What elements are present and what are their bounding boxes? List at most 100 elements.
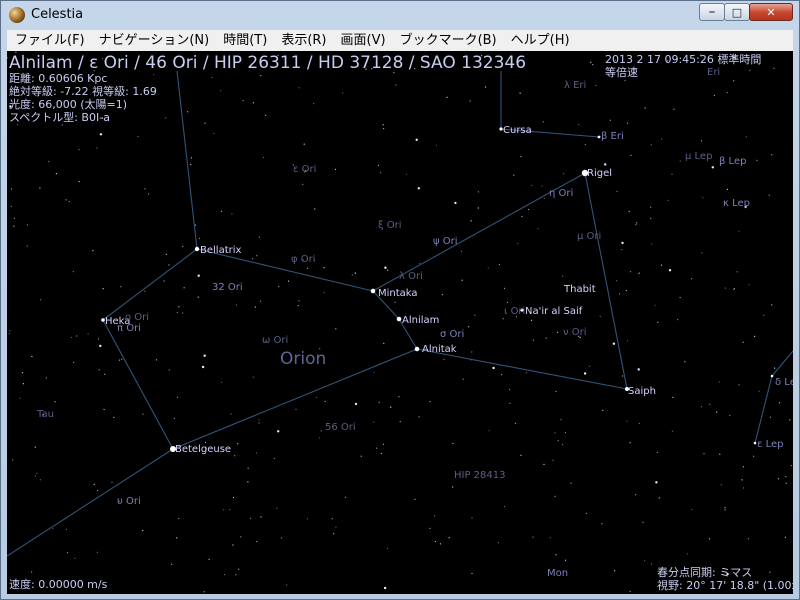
background-star	[265, 114, 267, 116]
background-star	[376, 447, 378, 449]
background-star	[187, 111, 189, 113]
background-star	[93, 483, 95, 485]
menu-file[interactable]: ファイル(F)	[7, 30, 92, 51]
background-star	[650, 206, 652, 208]
background-star	[628, 210, 630, 212]
background-star	[61, 124, 63, 126]
celestia-app-icon	[9, 7, 25, 23]
background-star	[102, 288, 104, 290]
label-xi-ori: ξ Ori	[378, 220, 402, 231]
minimize-icon[interactable]: ⎯	[699, 3, 725, 21]
background-star	[630, 154, 632, 156]
background-star	[469, 100, 471, 102]
label-epsilon-ori: ε Ori	[293, 164, 316, 175]
background-star	[599, 315, 601, 317]
background-star	[314, 208, 316, 210]
background-star	[563, 173, 565, 175]
background-star	[672, 396, 674, 398]
background-star	[9, 330, 11, 332]
background-star	[287, 280, 290, 282]
fov-readout: 視野: 20° 17' 18.8" (1.00x)	[657, 579, 793, 592]
background-star	[635, 494, 637, 496]
background-star	[530, 319, 533, 321]
background-star	[258, 419, 260, 421]
background-star	[182, 245, 184, 247]
background-star	[39, 479, 42, 481]
background-star	[10, 205, 12, 207]
background-star	[236, 304, 238, 306]
background-star	[657, 321, 659, 323]
background-star	[303, 143, 305, 145]
background-star	[492, 366, 495, 370]
background-star	[626, 420, 628, 422]
background-star	[383, 128, 385, 130]
menu-navigation[interactable]: ナビゲーション(N)	[92, 30, 217, 51]
background-star	[477, 191, 479, 193]
tracking-readout: 春分点同期: ミマス	[657, 566, 753, 579]
background-star	[190, 157, 192, 159]
label-lambda-ori: λ Ori	[399, 271, 423, 282]
background-star	[589, 365, 591, 367]
close-icon[interactable]: ✕	[749, 3, 793, 21]
background-star	[70, 336, 73, 338]
menu-display[interactable]: 表示(R)	[274, 30, 333, 51]
menu-view[interactable]: 画面(V)	[334, 30, 393, 51]
background-star	[434, 540, 436, 543]
sky-viewport[interactable]: Orion Bellatrix Mintaka Alnilam Alnitak …	[7, 51, 793, 594]
background-star	[220, 90, 222, 92]
background-star	[168, 264, 170, 266]
label-mu-lep: μ Lep	[685, 151, 712, 162]
title-bar[interactable]: Celestia ⎯ □ ✕	[1, 1, 799, 29]
background-star	[360, 455, 362, 457]
background-star	[621, 249, 623, 251]
background-star	[183, 287, 185, 289]
background-star	[667, 199, 669, 201]
background-star	[747, 538, 750, 540]
menu-time[interactable]: 時間(T)	[216, 30, 274, 51]
background-star	[99, 344, 102, 348]
background-star	[204, 122, 206, 124]
background-star	[277, 430, 280, 433]
background-star	[554, 495, 556, 497]
background-star	[471, 517, 473, 519]
background-star	[255, 452, 257, 454]
label-nair-al-saif: Na'ir al Saif	[525, 306, 583, 317]
background-star	[387, 269, 389, 271]
background-star	[418, 416, 420, 418]
menu-help[interactable]: ヘルプ(H)	[504, 30, 577, 51]
background-star	[708, 538, 711, 540]
menu-bookmarks[interactable]: ブックマーク(B)	[393, 30, 504, 51]
background-star	[234, 455, 236, 457]
background-star	[616, 280, 618, 282]
background-star	[65, 199, 67, 201]
label-phi-ori: φ Ori	[291, 254, 316, 265]
background-star	[68, 201, 70, 203]
background-star	[525, 372, 528, 374]
background-star	[171, 563, 173, 565]
background-star	[595, 84, 597, 87]
background-star	[552, 459, 554, 461]
background-star	[701, 252, 703, 254]
label-betelgeuse: Betelgeuse	[175, 444, 231, 455]
background-star	[118, 359, 121, 361]
background-star	[419, 262, 421, 264]
background-star	[12, 459, 14, 461]
background-star	[758, 390, 760, 392]
background-star	[690, 278, 693, 280]
background-star	[570, 482, 572, 484]
background-star	[629, 442, 631, 444]
background-star	[585, 512, 587, 514]
background-star	[790, 465, 793, 467]
background-star	[543, 197, 545, 200]
star-map[interactable]: Orion Bellatrix Mintaka Alnilam Alnitak …	[7, 51, 793, 594]
background-star	[602, 409, 604, 411]
background-star	[383, 342, 385, 344]
background-star	[34, 475, 37, 477]
background-star	[671, 173, 673, 175]
view-panel: 春分点同期: ミマス 視野: 20° 17' 18.8" (1.00x)	[657, 566, 793, 592]
maximize-icon[interactable]: □	[724, 3, 750, 21]
background-star	[441, 294, 444, 296]
time-rate-readout: 等倍速	[605, 66, 638, 79]
background-star	[165, 253, 167, 255]
background-star	[258, 236, 260, 238]
